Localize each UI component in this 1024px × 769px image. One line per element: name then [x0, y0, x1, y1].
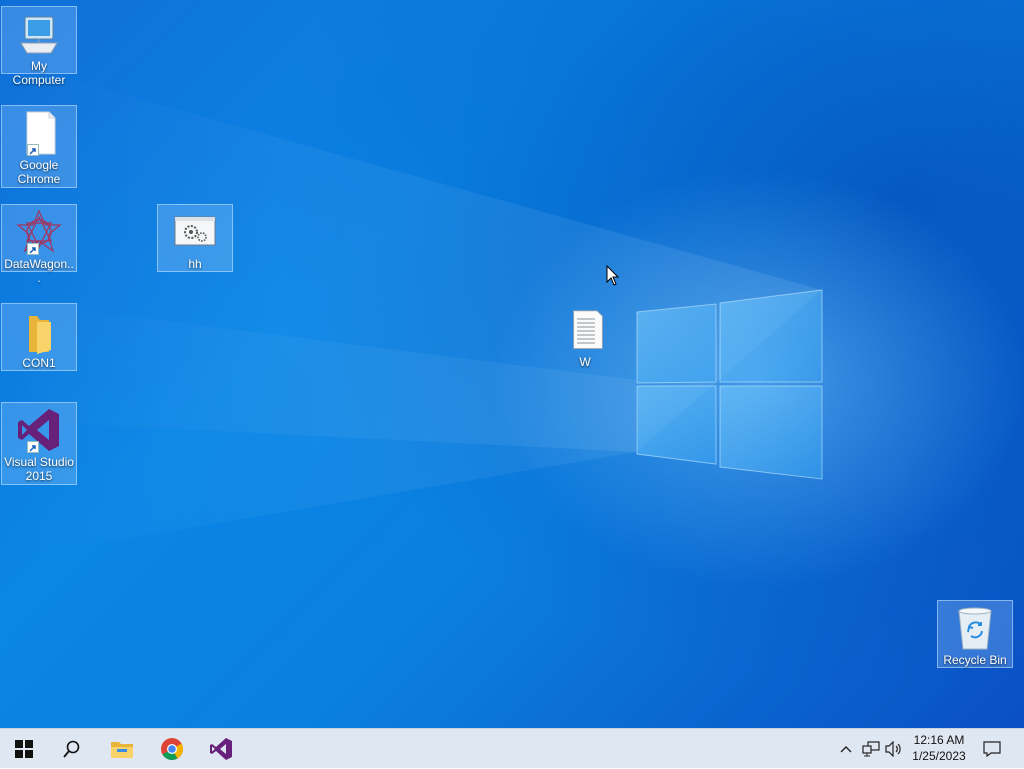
volume-icon	[885, 741, 901, 757]
action-center-button[interactable]	[982, 739, 1002, 759]
blank-document-icon	[15, 110, 63, 156]
mouse-cursor-icon	[606, 264, 620, 292]
desktop-icon-label: My Computer	[12, 59, 66, 87]
desktop-icon-google-chrome[interactable]: Google Chrome	[1, 105, 77, 188]
visual-studio-icon	[210, 738, 232, 760]
clock-time: 12:16 AM	[913, 733, 965, 747]
search-icon	[63, 740, 80, 758]
shortcut-arrow-icon	[27, 441, 39, 453]
network-button[interactable]	[861, 739, 881, 759]
folder-icon	[15, 308, 63, 354]
desktop-icon-my-computer[interactable]: My Computer	[1, 6, 77, 87]
taskbar-file-explorer[interactable]	[98, 729, 146, 769]
desktop-icon-hh[interactable]: hh	[157, 204, 233, 272]
shortcut-arrow-icon	[27, 144, 39, 156]
desktop-icon-label: W	[579, 355, 591, 369]
network-icon	[862, 741, 880, 757]
datawagon-star-icon	[15, 209, 63, 255]
taskbar-clock[interactable]: 12:16 AM 1/25/2023	[906, 732, 972, 766]
windows-logo-wallpaper	[0, 60, 823, 560]
start-button[interactable]	[0, 729, 48, 769]
desktop-icon-label: DataWagon...	[4, 257, 74, 285]
desktop-icon-label: Recycle Bin	[943, 653, 1007, 667]
taskbar: 12:16 AM 1/25/2023	[0, 728, 1024, 768]
chrome-icon	[161, 738, 183, 760]
desktop-icon-visual-studio-2015[interactable]: Visual Studio 2015	[1, 402, 77, 485]
chevron-up-icon	[840, 746, 852, 753]
taskbar-visual-studio[interactable]	[197, 729, 245, 769]
desktop-icon-con1[interactable]: CON1	[1, 303, 77, 371]
desktop-icon-label: hh	[188, 257, 202, 271]
desktop[interactable]: My Computer Google Chrome DataWagon... h…	[0, 0, 1024, 728]
volume-button[interactable]	[884, 739, 904, 759]
action-center-icon	[983, 741, 1001, 757]
file-explorer-icon	[111, 742, 133, 758]
computer-icon	[15, 11, 63, 57]
search-button[interactable]	[48, 729, 96, 769]
settings-window-icon	[171, 209, 219, 255]
desktop-icon-recycle-bin[interactable]: Recycle Bin	[937, 600, 1013, 668]
show-hidden-icons-button[interactable]	[836, 739, 856, 759]
windows-start-icon	[15, 740, 33, 758]
desktop-icon-datawagon[interactable]: DataWagon...	[1, 204, 77, 285]
desktop-icon-w[interactable]: W	[547, 303, 623, 371]
visual-studio-icon	[15, 407, 63, 453]
shortcut-arrow-icon	[27, 243, 39, 255]
taskbar-chrome[interactable]	[148, 729, 196, 769]
clock-date: 1/25/2023	[912, 749, 966, 763]
desktop-icon-label: CON1	[22, 356, 56, 370]
recycle-bin-icon	[951, 605, 999, 651]
desktop-icon-label: Google Chrome	[17, 158, 61, 186]
desktop-icon-label: Visual Studio 2015	[4, 455, 74, 483]
text-document-icon	[561, 307, 609, 353]
